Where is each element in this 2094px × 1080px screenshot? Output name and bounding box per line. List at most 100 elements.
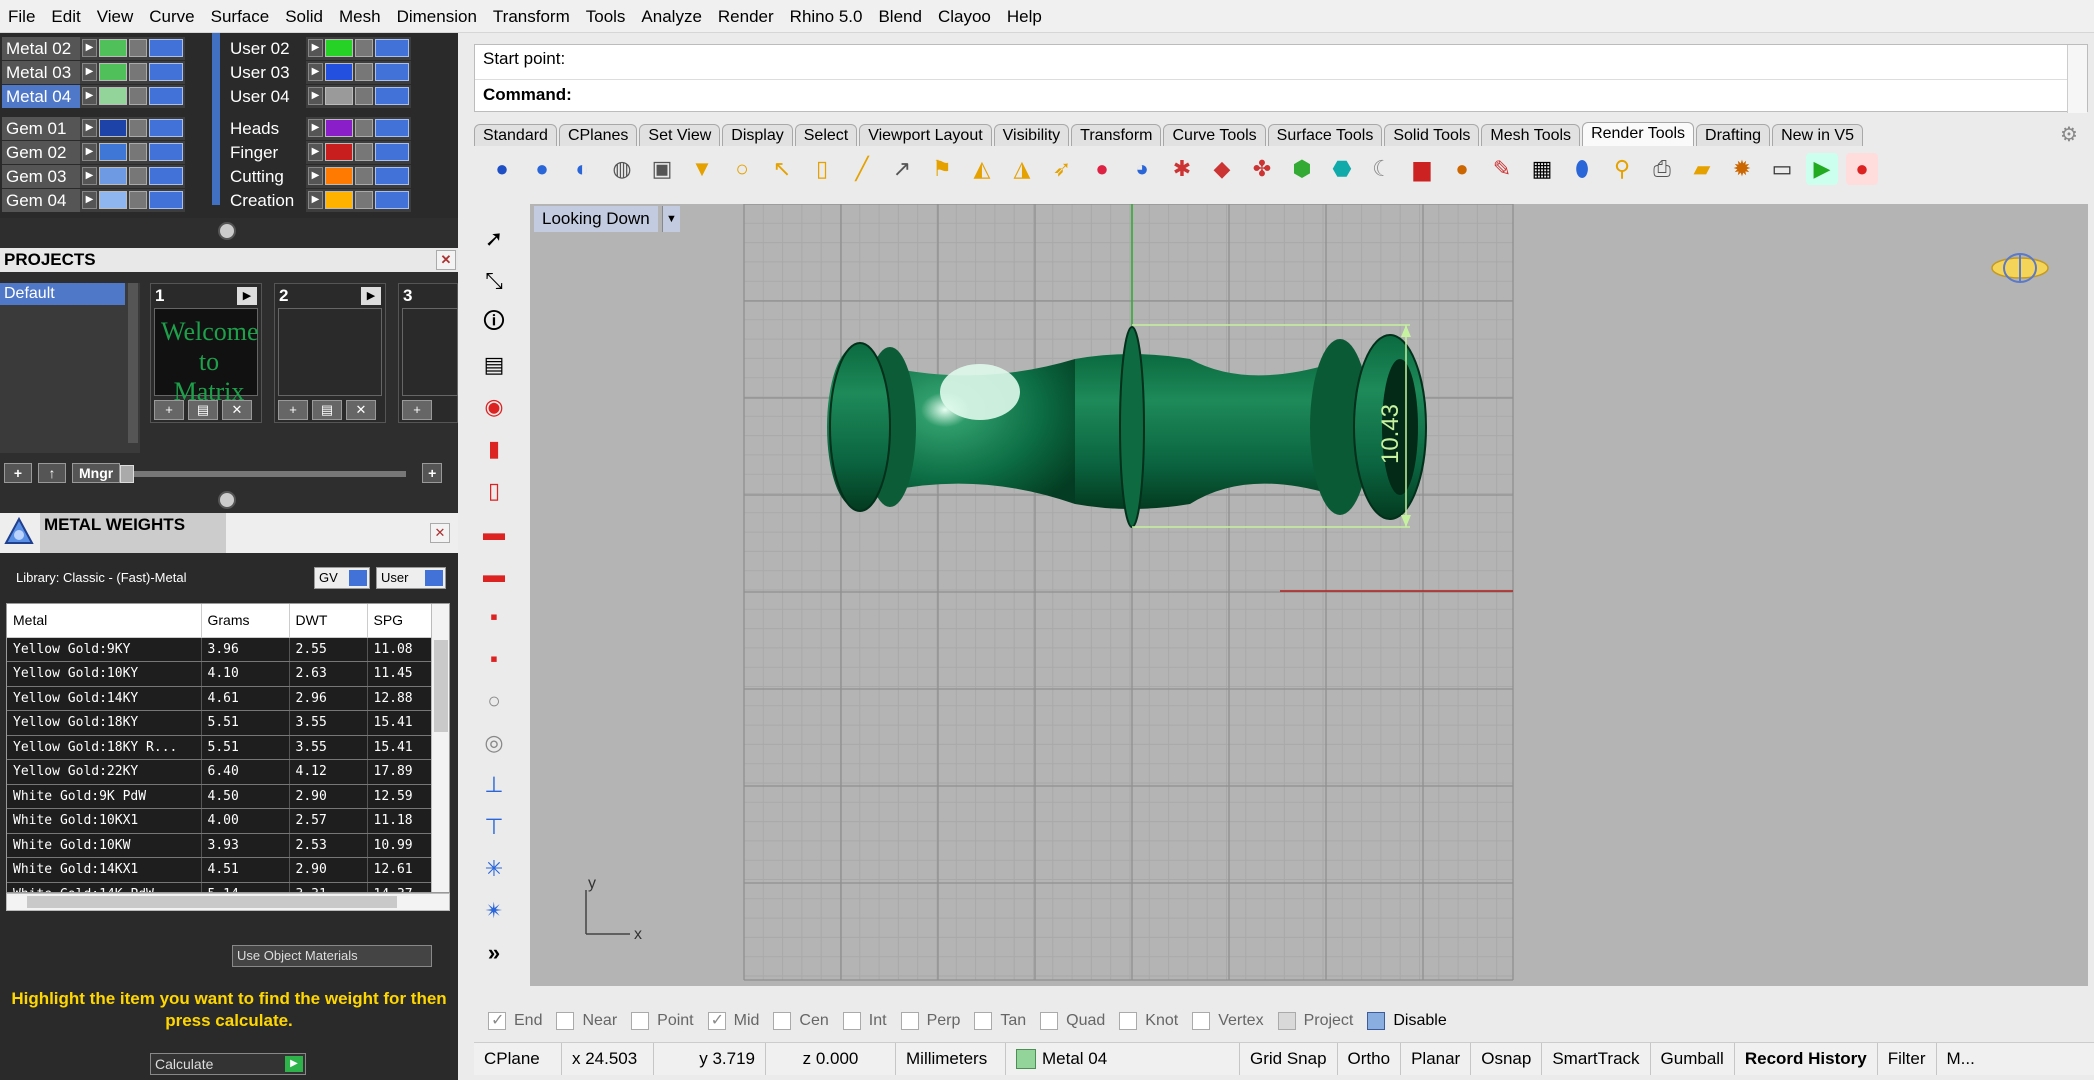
tab-drafting[interactable]: Drafting xyxy=(1696,124,1771,146)
environment-icon[interactable]: ⬣ xyxy=(1326,153,1358,185)
material-assign-icon[interactable]: ◕ xyxy=(1126,153,1158,185)
layer-name[interactable]: User 04 xyxy=(226,84,306,108)
current-layer[interactable]: Metal 04 xyxy=(1006,1043,1240,1075)
add-icon[interactable]: + xyxy=(402,400,432,420)
osnap-checkbox[interactable] xyxy=(773,1012,792,1030)
tab-viewport-layout[interactable]: Viewport Layout xyxy=(859,124,992,146)
layer-row[interactable]: User 04 ▶ xyxy=(226,84,411,108)
up-arrow-icon[interactable]: ↑ xyxy=(38,463,66,483)
bulb-icon[interactable]: ⚲ xyxy=(1606,153,1638,185)
layer-visibility-toggle[interactable] xyxy=(149,63,183,81)
osnap-checkbox[interactable] xyxy=(1367,1012,1386,1030)
ground-plane-icon[interactable]: ☾ xyxy=(1366,153,1398,185)
column-header[interactable]: DWT xyxy=(289,604,368,638)
projects-collapse-knob[interactable] xyxy=(218,491,236,509)
settings-sun-icon[interactable]: ✹ xyxy=(1726,153,1758,185)
layer-expand-icon[interactable]: ▶ xyxy=(308,119,323,137)
directional-light-icon[interactable]: ↖ xyxy=(766,153,798,185)
render-window-icon[interactable]: ◍ xyxy=(606,153,638,185)
layer-color-swatch[interactable] xyxy=(325,119,353,137)
manager-button[interactable]: Mngr xyxy=(72,463,121,483)
menu-tools[interactable]: Tools xyxy=(578,0,634,33)
menu-rhino-5-0[interactable]: Rhino 5.0 xyxy=(782,0,871,33)
osnap-end[interactable]: End xyxy=(488,1010,542,1030)
layer-visibility-toggle[interactable] xyxy=(375,39,409,57)
layer-color-swatch[interactable] xyxy=(325,63,353,81)
viewport-canvas[interactable]: 10.43 y x xyxy=(530,204,2088,986)
texture-icon[interactable]: ● xyxy=(1446,153,1478,185)
layer-name[interactable]: User 02 xyxy=(226,36,306,60)
layer-name[interactable]: User 03 xyxy=(226,60,306,84)
close-icon[interactable]: ✕ xyxy=(430,523,450,543)
double-sphere-icon[interactable]: ◎ xyxy=(478,726,510,760)
sphere-icon[interactable]: ○ xyxy=(478,684,510,718)
save-icon[interactable]: ▤ xyxy=(312,400,342,420)
units-label[interactable]: Millimeters xyxy=(896,1043,1006,1075)
light-target-icon[interactable]: ↗ xyxy=(886,153,918,185)
layer-expand-icon[interactable]: ▶ xyxy=(82,87,97,105)
osnap-int[interactable]: Int xyxy=(842,1012,887,1030)
horizontal-scrollbar[interactable] xyxy=(6,893,450,911)
folder-icon[interactable]: ▰ xyxy=(1686,153,1718,185)
osnap-checkbox[interactable] xyxy=(631,1012,650,1030)
red-phone-icon[interactable]: ▮ xyxy=(478,432,510,466)
lock-icon[interactable] xyxy=(129,119,147,137)
layer-color-swatch[interactable] xyxy=(325,143,353,161)
viewport-title[interactable]: Looking Down xyxy=(534,206,658,232)
layer-row[interactable]: Finger ▶ xyxy=(226,140,411,164)
command-prompt[interactable]: Command: xyxy=(483,85,572,105)
menu-curve[interactable]: Curve xyxy=(141,0,202,33)
metal-weights-table[interactable]: Metal Grams DWT SPG Yellow Gold:9KY 3.96 2… xyxy=(6,603,450,893)
lock-icon[interactable] xyxy=(355,167,373,185)
command-area[interactable]: Start point: Command: xyxy=(474,44,2088,113)
layer-visibility-toggle[interactable] xyxy=(375,167,409,185)
tab-solid-tools[interactable]: Solid Tools xyxy=(1384,124,1480,146)
project-slot-1[interactable]: 1 ▶ Welcome to Matrix + ▤ ✕ xyxy=(150,283,262,423)
layer-name[interactable]: Metal 04 xyxy=(2,84,80,108)
layer-row[interactable]: Metal 02 ▶ xyxy=(2,36,185,60)
project-slot-3[interactable]: 3 + xyxy=(398,283,458,423)
blue-dot-icon[interactable]: ⬮ xyxy=(1566,153,1598,185)
tab-cplanes[interactable]: CPlanes xyxy=(558,124,638,146)
layer-row[interactable]: Metal 04 ▶ xyxy=(2,84,185,108)
layers-splitter[interactable] xyxy=(212,33,220,205)
layer-color-swatch[interactable] xyxy=(325,191,353,209)
layer-color-swatch[interactable] xyxy=(325,87,353,105)
tab-transform[interactable]: Transform xyxy=(1071,124,1162,146)
project-slot-2[interactable]: 2 ▶ + ▤ ✕ xyxy=(274,283,386,423)
layer-expand-icon[interactable]: ▶ xyxy=(308,39,323,57)
play-icon[interactable]: ▶ xyxy=(1806,153,1838,185)
lock-icon[interactable] xyxy=(129,191,147,209)
smarttrack-toggle[interactable]: SmartTrack xyxy=(1542,1043,1651,1075)
material-editor-icon[interactable]: ◆ xyxy=(1206,153,1238,185)
layer-row[interactable]: User 02 ▶ xyxy=(226,36,411,60)
rectangular-light-icon[interactable]: ▯ xyxy=(806,153,838,185)
layer-color-swatch[interactable] xyxy=(325,167,353,185)
menu-blend[interactable]: Blend xyxy=(870,0,929,33)
layer-expand-icon[interactable]: ▶ xyxy=(308,167,323,185)
layer-name[interactable]: Creation xyxy=(226,188,306,212)
viewport-top[interactable]: 10.43 y x Looking Down ▼ xyxy=(530,204,2088,986)
zoom-in-icon[interactable]: + xyxy=(422,463,443,483)
layer-name[interactable]: Metal 02 xyxy=(2,36,80,60)
menu-help[interactable]: Help xyxy=(999,0,1050,33)
save-icon[interactable]: ▤ xyxy=(478,348,510,382)
sun-icon[interactable]: ▆ xyxy=(1406,153,1438,185)
layer-expand-icon[interactable]: ▶ xyxy=(308,63,323,81)
user-toggle[interactable]: User xyxy=(376,567,446,589)
layer-visibility-toggle[interactable] xyxy=(149,191,183,209)
osnap-project[interactable]: Project xyxy=(1277,1012,1353,1030)
layer-visibility-toggle[interactable] xyxy=(375,87,409,105)
osnap-perp[interactable]: Perp xyxy=(900,1012,960,1030)
osnap-checkbox[interactable] xyxy=(842,1012,861,1030)
layer-visibility-toggle[interactable] xyxy=(149,39,183,57)
planar-toggle[interactable]: Planar xyxy=(1401,1043,1472,1075)
layer-color-swatch[interactable] xyxy=(99,87,127,105)
print-icon[interactable]: ⎙ xyxy=(1646,153,1678,185)
star-icon[interactable]: ✳ xyxy=(478,852,510,886)
material-ball-icon[interactable]: ● xyxy=(1086,153,1118,185)
layer-visibility-toggle[interactable] xyxy=(375,63,409,81)
gv-toggle[interactable]: GV xyxy=(314,567,370,589)
lock-icon[interactable] xyxy=(355,191,373,209)
column-header[interactable]: SPG xyxy=(367,604,434,638)
